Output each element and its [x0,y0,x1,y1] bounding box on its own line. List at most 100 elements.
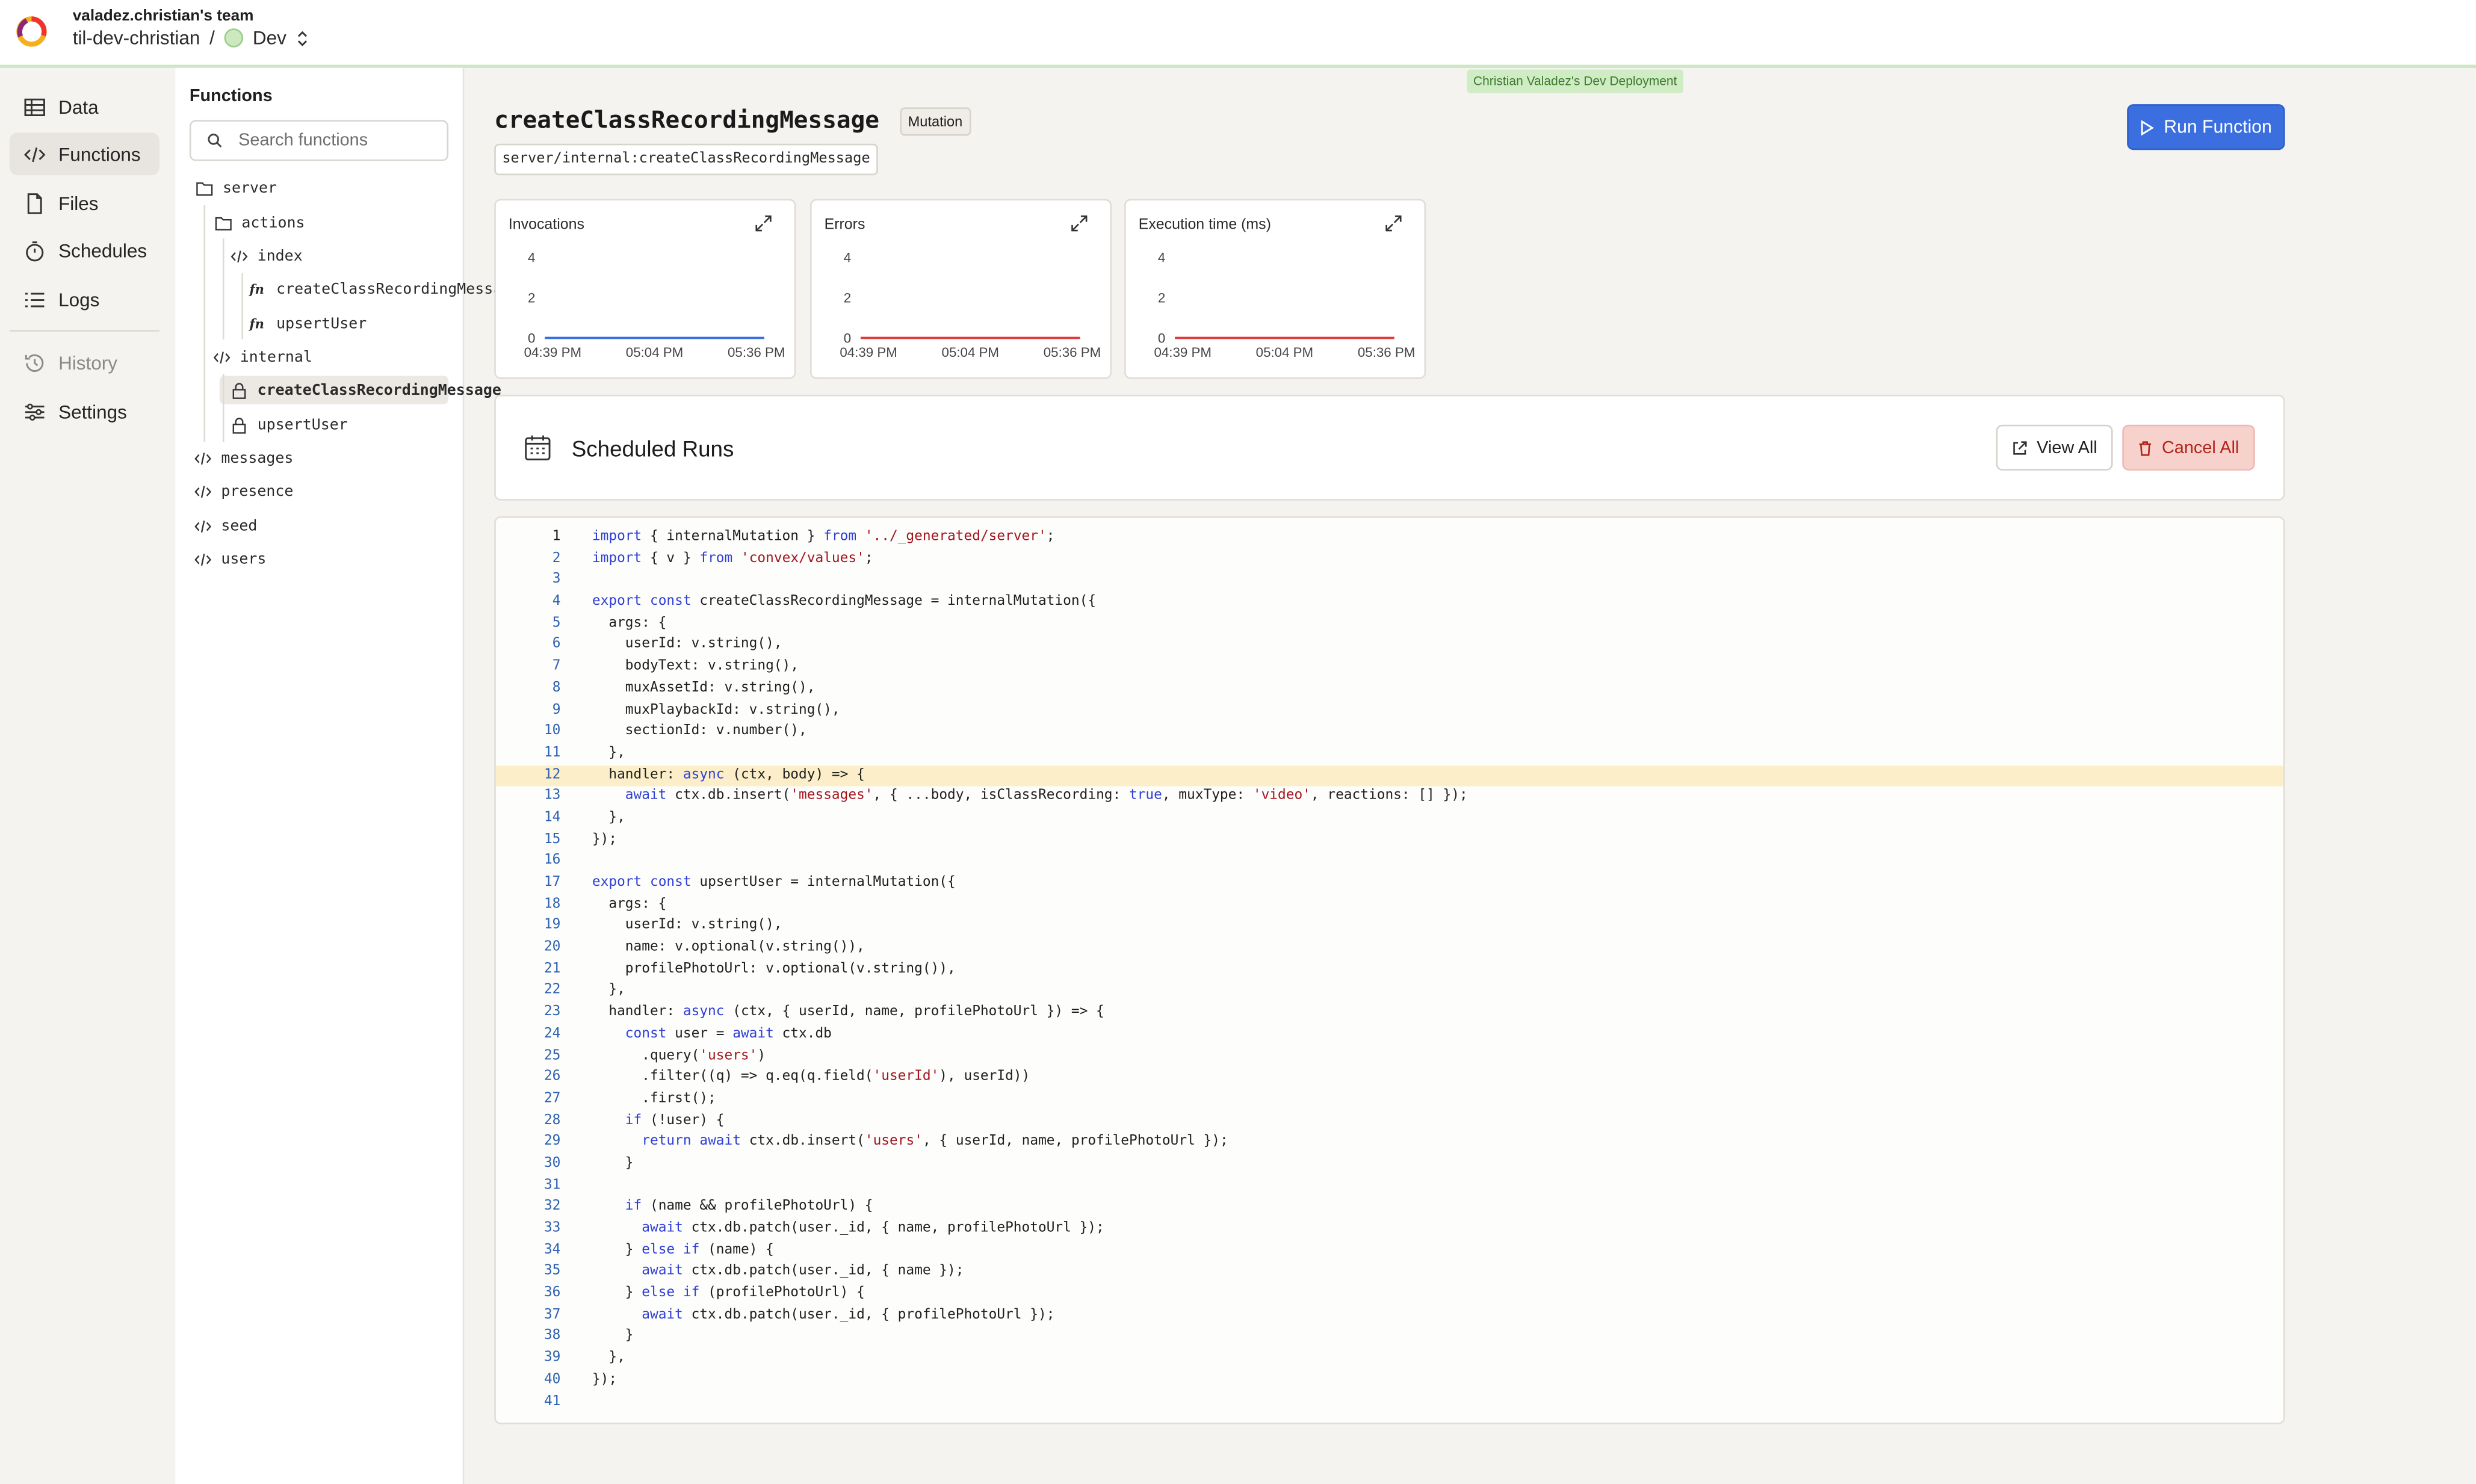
code-text: } else if (profilePhotoUrl) { [592,1285,865,1302]
line-number: 24 [543,1025,561,1042]
tree-module-index[interactable]: index [231,241,303,270]
calendar-icon [525,435,551,460]
stopwatch-icon [26,240,44,261]
code-text: if (name && profilePhotoUrl) { [625,1199,873,1215]
code-line: 7 bodyText: v.string(), [496,657,2283,679]
code-line: 15}); [496,830,2283,852]
code-text: } else if (name) { [592,1242,774,1258]
run-function-button[interactable]: Run Function [2127,104,2285,150]
execution-time-chart: 0 2 4 04:39 PM 05:04 PM 05:36 PM [1154,250,1415,360]
code-text: await ctx.db.insert('messages', { ...bod… [625,788,1468,805]
code-line: 9 muxPlaybackId: v.string(), [496,700,2283,722]
line-number: 41 [543,1393,561,1409]
line-number: 13 [543,788,561,805]
tree-module-presence[interactable]: presence [194,477,293,505]
line-number: 1 [552,528,561,545]
code-icon [23,146,46,161]
code-text: .first(); [592,1090,716,1107]
metric-card-execution-time: Execution time (ms) 0 2 4 04:39 PM 05:04 PM 0… [1124,199,1426,379]
function-title: createClassRecordingMessage [494,105,880,135]
code-line: 31 [496,1176,2283,1198]
line-number: 16 [543,853,561,869]
metric-card-errors: Errors 0 2 4 04:39 PM 05:04 PM 05:36 PM [809,199,1112,379]
function-search[interactable] [189,120,449,161]
code-line: 29 return await ctx.db.insert('users', {… [496,1133,2283,1154]
tree-module-internal[interactable]: internal [213,342,312,371]
line-number: 32 [543,1199,561,1215]
sidebar-item-logs[interactable]: Logs [10,278,159,321]
line-number: 9 [552,702,561,718]
sidebar-item-label: Files [58,191,99,214]
tree-folder-server[interactable]: server [196,174,277,202]
code-line: 27 .first(); [496,1089,2283,1111]
search-input[interactable] [235,129,432,152]
sidebar-item-functions[interactable]: Functions [9,132,159,176]
line-number: 10 [543,723,561,740]
y-tick-label: 0 [1158,330,1165,345]
code-line: 21 profilePhotoUrl: v.optional(v.string(… [496,960,2283,982]
code-line: 32 if (name && profilePhotoUrl) { [496,1198,2283,1219]
env-name[interactable]: Dev [253,27,286,49]
code-line: 1 import { internalMutation } from '../_g… [496,527,2283,549]
tree-module-messages[interactable]: messages [194,444,293,472]
convex-logo-icon[interactable] [16,16,47,47]
line-number: 29 [543,1134,561,1150]
function-icon: fn [249,315,264,332]
tree-function-createClassRecordingMessage-internal[interactable]: createClassRecordingMessage [231,376,501,404]
view-all-label: View All [2037,438,2097,457]
play-icon [2141,119,2155,135]
code-line: 16 [496,852,2283,873]
code-line: 37 await ctx.db.patch(user._id, { profil… [496,1305,2283,1327]
sidebar-item-data[interactable]: Data [10,85,159,128]
tree-folder-actions[interactable]: actions [215,208,305,237]
scheduled-runs-title: Scheduled Runs [571,436,734,462]
team-name[interactable]: valadez.christian's team [73,8,254,25]
code-line: 13 await ctx.db.insert('messages', { ...… [496,787,2283,808]
line-number: 33 [543,1220,561,1237]
cancel-all-button[interactable]: Cancel All [2122,424,2255,471]
code-text: }, [592,745,625,761]
line-number: 40 [543,1371,561,1388]
tree-function-createClassRecordingMessage[interactable]: fn createClassRecordingMessage [250,275,521,303]
line-number: 19 [543,918,561,934]
sidebar-item-history[interactable]: History [10,341,159,384]
line-number: 36 [543,1285,561,1302]
code-line: 14 }, [496,808,2283,830]
code-line: 22 }, [496,981,2283,1003]
line-number: 20 [543,939,561,956]
y-tick-label: 4 [844,250,851,265]
tree-module-users[interactable]: users [194,545,266,573]
line-number: 8 [552,680,561,696]
line-number: 35 [543,1263,561,1280]
tree-module-seed[interactable]: seed [194,512,257,540]
line-number: 14 [543,809,561,826]
history-icon [25,353,44,371]
external-link-icon [2013,441,2027,454]
code-line: 4 export const createClassRecordingMessag… [496,592,2283,614]
line-number: 7 [552,658,561,675]
code-text: return await ctx.db.insert('users', { us… [642,1134,1228,1150]
code-viewer[interactable]: 1 import { internalMutation } from '../_g… [494,516,2285,1424]
code-text: muxAssetId: v.string(), [592,680,816,696]
tree-function-upsertUser-internal[interactable]: upsertUser [231,410,348,439]
sidebar-item-label: History [58,351,118,374]
view-all-button[interactable]: View All [1996,424,2113,471]
project-breadcrumb[interactable]: til-dev-christian / Dev [73,27,311,49]
run-function-label: Run Function [2164,117,2272,137]
project-name[interactable]: til-dev-christian [73,27,200,49]
tree-function-upsertUser[interactable]: fn upsertUser [250,309,367,338]
table-icon [24,97,45,116]
function-path[interactable]: server/internal:createClassRecordingMess… [494,143,878,176]
code-line: 34 } else if (name) { [496,1240,2283,1262]
sidebar-item-settings[interactable]: Settings [10,390,159,433]
tree-label: upsertUser [257,416,348,434]
code-text: args: { [592,615,667,631]
code-text: sectionId: v.number(), [592,723,807,740]
line-number: 11 [543,745,561,761]
sidebar-item-files[interactable]: Files [10,182,159,224]
file-icon [27,192,42,214]
sidebar-item-schedules[interactable]: Schedules [10,229,159,271]
sidebar-item-label: Settings [58,400,127,422]
chevron-up-down-icon[interactable] [296,29,311,47]
